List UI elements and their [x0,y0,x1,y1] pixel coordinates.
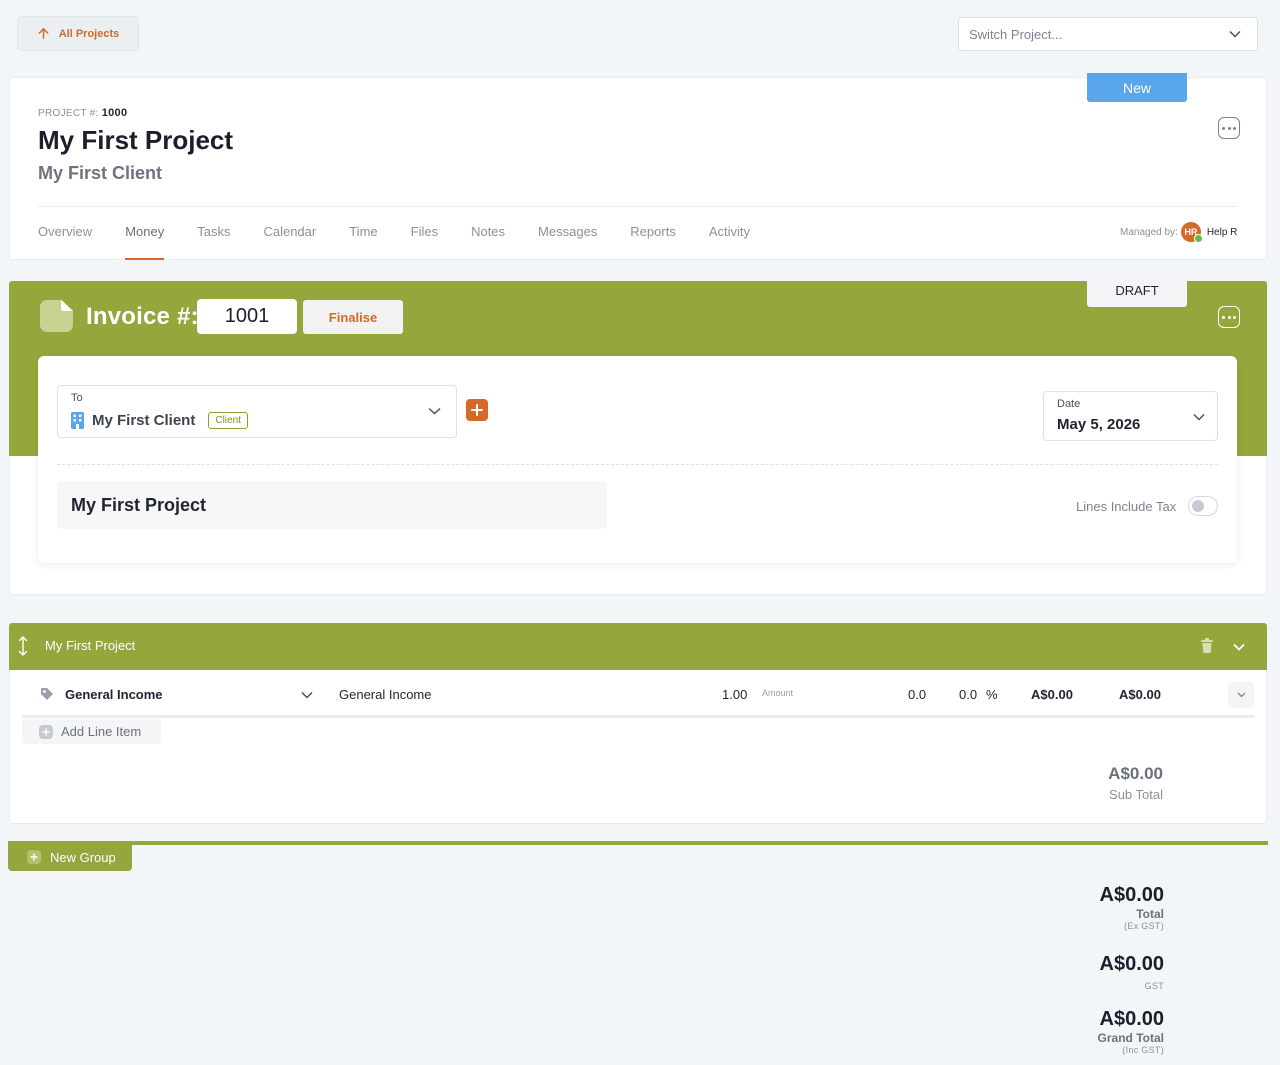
line-total: A$0.00 [1119,687,1161,702]
project-number: PROJECT #: 1000 [38,107,127,119]
chevron-down-icon [1237,692,1245,698]
add-client-button[interactable] [466,399,488,421]
project-number-value: 1000 [101,107,128,119]
plus-icon [471,404,483,416]
invoice-number-input[interactable]: 1001 [197,299,297,334]
lines-include-tax-label: Lines Include Tax [1076,499,1177,514]
grand-total-block: A$0.00 Grand Total (Inc GST) [1098,1008,1164,1055]
tab-calendar[interactable]: Calendar [263,216,316,260]
tab-money[interactable]: Money [125,216,165,260]
tab-time[interactable]: Time [349,216,377,260]
document-icon [40,300,73,332]
new-group-label: New Group [50,849,116,865]
line-group-title: My First Project [45,638,136,653]
finalise-button[interactable]: Finalise [303,300,403,334]
managed-by-label: Managed by: [1120,226,1178,238]
manager-name: Help R [1206,226,1238,238]
add-line-item-label: Add Line Item [61,724,142,739]
invoice-group-name-input[interactable]: My First Project [57,481,607,529]
tab-notes[interactable]: Notes [471,216,505,260]
switch-project-placeholder: Switch Project... [969,26,1063,42]
total-label: Total [1136,907,1164,921]
project-number-label: PROJECT #: [38,108,99,119]
arrow-up-icon [38,28,49,39]
tab-overview[interactable]: Overview [38,216,92,260]
line-tax[interactable]: 0.0 [959,687,977,702]
invoice-more-icon[interactable] [1218,306,1240,328]
date-label: Date [1057,398,1081,410]
grand-total-sub-label: (Inc GST) [1122,1045,1164,1055]
to-label: To [71,392,83,404]
line-account[interactable]: General Income [65,687,163,702]
gst-label: GST [1144,981,1164,991]
all-projects-button[interactable]: All Projects [17,16,139,51]
tab-messages[interactable]: Messages [538,216,597,260]
divider [57,464,1218,465]
project-more-icon[interactable] [1218,117,1240,139]
line-discount[interactable]: 0.0 [908,687,926,702]
tab-files[interactable]: Files [411,216,438,260]
tab-activity[interactable]: Activity [709,216,750,260]
reorder-icon[interactable] [17,635,29,657]
subtotal-value: A$0.00 [1108,764,1163,783]
to-client-name: My First Client [92,412,196,429]
line-group-header [9,623,1267,670]
line-tax-unit: % [986,687,998,702]
project-tabs: Overview Money Tasks Calendar Time Files Notes… [38,216,783,260]
trash-icon[interactable] [1201,638,1213,653]
tab-reports[interactable]: Reports [630,216,676,260]
line-rate-label[interactable]: Amount [762,688,793,698]
divider [8,841,1268,845]
all-projects-label: All Projects [58,27,120,40]
chevron-down-icon [1193,413,1205,421]
to-value: My First Client Client [71,412,248,429]
plus-icon [39,724,53,739]
add-line-item-button[interactable]: Add Line Item [22,719,161,744]
project-status-tag[interactable]: New [1087,73,1187,102]
managed-by: Managed by: HR Help R [1120,222,1238,243]
line-unit-price: A$0.00 [1031,687,1073,702]
total-value: A$0.00 [1099,884,1165,906]
chevron-down-icon [428,407,441,415]
tag-icon [41,688,53,700]
chevron-down-icon[interactable] [1233,643,1245,651]
grand-total-value: A$0.00 [1099,1008,1165,1030]
client-badge: Client [208,412,248,429]
plus-icon [27,850,41,864]
project-client: My First Client [38,163,163,183]
page-title: My First Project [38,125,234,155]
total-sub-label: (Ex GST) [1124,921,1164,931]
total-block: A$0.00 Total (Ex GST) [1100,884,1165,931]
gst-value: A$0.00 [1099,953,1165,975]
new-group-button[interactable]: New Group [8,843,132,871]
avatar[interactable]: HR [1180,222,1203,243]
divider [38,206,1237,207]
date-value: May 5, 2026 [1057,416,1141,433]
grand-total-label: Grand Total [1097,1031,1164,1045]
lines-include-tax-toggle[interactable] [1188,496,1218,516]
chevron-down-icon [1229,30,1241,38]
invoice-status-tag: DRAFT [1087,274,1187,307]
gst-block: A$0.00 GST [1100,953,1165,991]
tab-tasks[interactable]: Tasks [197,216,230,260]
chevron-down-icon[interactable] [301,691,313,699]
line-quantity[interactable]: 1.00 [722,687,747,702]
line-description[interactable]: General Income [339,687,432,702]
building-icon [71,412,84,429]
invoice-label: Invoice #: [86,303,199,330]
switch-project-select[interactable]: Switch Project... [958,17,1258,51]
subtotal-label: Sub Total [1109,787,1163,802]
line-expand-button[interactable] [1228,682,1254,708]
